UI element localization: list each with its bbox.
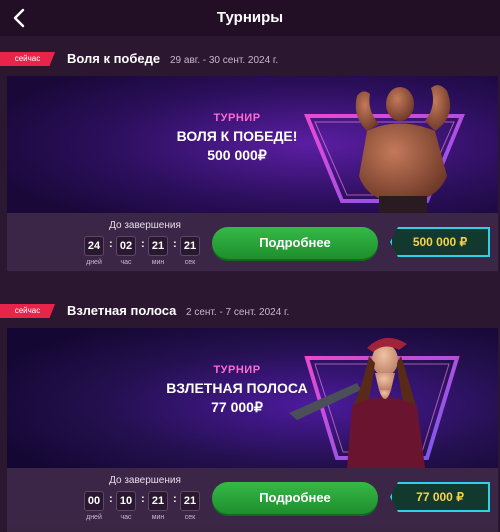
banner-prize: 500 000₽ bbox=[207, 147, 267, 163]
timer-separator: : bbox=[109, 238, 113, 250]
timer-hours: 02 bbox=[116, 236, 136, 256]
timer-days: 24 bbox=[84, 236, 104, 256]
tournament-dates: 29 авг. - 30 сент. 2024 г. bbox=[170, 55, 279, 66]
tournament-banner[interactable]: ТУРНИР ВЗЛЕТНАЯ ПОЛОСА 77 000₽ bbox=[7, 328, 498, 468]
details-button[interactable]: Подробнее bbox=[212, 227, 378, 259]
tournament-dates: 2 сент. - 7 сент. 2024 г. bbox=[186, 307, 290, 318]
top-bar: Турниры bbox=[0, 0, 500, 36]
tournament-section: сейчас Взлетная полоса 2 сент. - 7 сент.… bbox=[0, 288, 500, 532]
page-title: Турниры bbox=[216, 9, 284, 26]
banner-title: ВОЛЯ К ПОБЕДЕ! bbox=[176, 128, 298, 144]
tournament-card: ТУРНИР ВЗЛЕТНАЯ ПОЛОСА 77 000₽ До заверш… bbox=[7, 328, 498, 532]
timer-separator: : bbox=[141, 493, 145, 505]
timer-seconds-label: сек bbox=[184, 259, 196, 266]
banner-kind: ТУРНИР bbox=[213, 364, 261, 376]
tournament-banner[interactable]: ТУРНИР ВОЛЯ К ПОБЕДЕ! 500 000₽ bbox=[7, 76, 498, 213]
tournament-name[interactable]: Взлетная полоса bbox=[67, 303, 176, 318]
timer-minutes-label: мин bbox=[151, 514, 165, 521]
timer-separator: : bbox=[109, 493, 113, 505]
banner-kind: ТУРНИР bbox=[213, 112, 261, 124]
timer-days-label: дней bbox=[86, 259, 102, 266]
banner-text: ТУРНИР ВЗЛЕТНАЯ ПОЛОСА 77 000₽ bbox=[137, 364, 337, 416]
now-badge: сейчас bbox=[0, 304, 55, 318]
tournament-section: сейчас Воля к победе 29 авг. - 30 сент. … bbox=[0, 36, 500, 276]
timer-separator: : bbox=[141, 238, 145, 250]
banner-text: ТУРНИР ВОЛЯ К ПОБЕДЕ! 500 000₽ bbox=[137, 112, 337, 164]
timer-hours-label: час bbox=[120, 259, 132, 266]
timer-days: 00 bbox=[84, 491, 104, 511]
details-button[interactable]: Подробнее bbox=[212, 482, 378, 514]
tournament-footer: До завершения 00 дней : 10 час : 21 мин … bbox=[7, 468, 498, 526]
until-label: До завершения bbox=[109, 475, 181, 486]
tournament-footer: До завершения 24 дней : 02 час : 21 мин … bbox=[7, 213, 498, 271]
timer-seconds: 21 bbox=[180, 491, 200, 511]
timer-days-label: дней bbox=[86, 514, 102, 521]
until-label: До завершения bbox=[109, 220, 181, 231]
banner-prize: 77 000₽ bbox=[211, 399, 263, 415]
timer-seconds: 21 bbox=[180, 236, 200, 256]
timer-minutes: 21 bbox=[148, 491, 168, 511]
tournament-name[interactable]: Воля к победе bbox=[67, 51, 160, 66]
prize-badge: 500 000 ₽ bbox=[390, 227, 490, 257]
timer-minutes-label: мин bbox=[151, 259, 165, 266]
timer-separator: : bbox=[173, 493, 177, 505]
now-badge: сейчас bbox=[0, 52, 55, 66]
timer-minutes: 21 bbox=[148, 236, 168, 256]
tournament-card: ТУРНИР ВОЛЯ К ПОБЕДЕ! 500 000₽ До заверш… bbox=[7, 76, 498, 271]
banner-title: ВЗЛЕТНАЯ ПОЛОСА bbox=[166, 380, 308, 396]
prize-badge: 77 000 ₽ bbox=[390, 482, 490, 512]
timer-separator: : bbox=[173, 238, 177, 250]
timer-hours: 10 bbox=[116, 491, 136, 511]
timer-seconds-label: сек bbox=[184, 514, 196, 521]
timer-hours-label: час bbox=[120, 514, 132, 521]
